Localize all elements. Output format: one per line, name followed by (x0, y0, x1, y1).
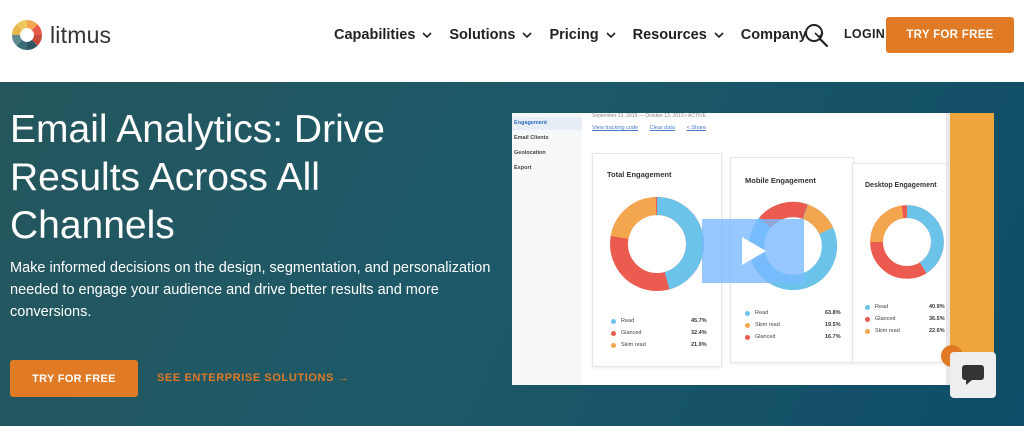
video-sidebar: Engagement Email Clients Geolocation Exp… (512, 113, 582, 385)
chat-widget-button[interactable] (950, 352, 996, 398)
hero-section: Email Analytics: Drive Results Across Al… (0, 82, 1024, 426)
legend-label: Read (755, 310, 769, 316)
legend-label: Glanced (875, 316, 896, 322)
play-icon (742, 237, 766, 265)
card-title: Mobile Engagement (745, 176, 816, 185)
view-tracking-code-link: View tracking code (592, 125, 639, 131)
chevron-down-icon (606, 32, 616, 39)
legend-dot (611, 343, 616, 348)
nav-pricing[interactable]: Pricing (549, 24, 632, 46)
legend-dot (865, 329, 870, 334)
video-orange-strip (950, 113, 994, 385)
hero-description: Make informed decisions on the design, s… (10, 260, 491, 320)
search-icon[interactable] (804, 23, 828, 47)
nav-label: Solutions (449, 27, 516, 43)
clear-data-link: Clear data (649, 125, 675, 131)
legend-row: Glanced 36.5% (865, 316, 947, 328)
legend-value: 45.7% (691, 318, 707, 324)
share-link: < Share (686, 125, 706, 131)
legend-label: Read (621, 318, 635, 324)
legend-value: 63.8% (825, 310, 841, 316)
legend-label: Glanced (755, 334, 776, 340)
legend-label: Read (875, 304, 889, 310)
card-title: Total Engagement (607, 170, 672, 179)
desktop-engagement-donut (870, 205, 944, 279)
total-engagement-donut (610, 196, 704, 291)
chevron-down-icon (522, 32, 533, 39)
legend-row: Read 63.8% (745, 310, 845, 322)
main-nav: Capabilities Solutions Pricing Resources… (334, 24, 841, 46)
legend-label: Skim read (875, 328, 900, 334)
nav-label: Pricing (549, 27, 599, 43)
play-button[interactable] (702, 219, 804, 283)
legend-dot (865, 305, 870, 310)
toolbar-links: View tracking code Clear data < Share (592, 125, 716, 131)
legend-dot (865, 317, 870, 322)
login-link[interactable]: LOGIN (844, 27, 885, 41)
nav-label: Resources (632, 27, 707, 43)
legend-row: Skim read 22.6% (865, 328, 947, 340)
legend-label: Skim read (621, 342, 646, 348)
legend-label: Skim read (755, 322, 780, 328)
legend-row: Read 45.7% (611, 318, 711, 330)
legend-row: Skim read 21.9% (611, 342, 711, 354)
legend-value: 19.5% (825, 322, 841, 328)
legend: Read 45.7% Glanced 32.4% Skim read 21.9% (611, 318, 711, 354)
card-title: Desktop Engagement (865, 182, 937, 189)
nav-label: Capabilities (334, 27, 416, 43)
nav-label: Company (740, 27, 807, 43)
legend-value: 22.6% (929, 328, 945, 334)
chevron-down-icon (714, 32, 724, 39)
site-header: litmus Capabilities Solutions Pricing Re… (0, 0, 1024, 82)
logo-text: litmus (50, 21, 112, 48)
desktop-engagement-card: Desktop Engagement Read 40.9% Glanced 36… (852, 163, 952, 363)
nav-resources[interactable]: Resources (633, 24, 741, 46)
legend-row: Glanced 32.4% (611, 330, 711, 342)
legend-row: Read 40.9% (865, 304, 947, 316)
nav-solutions[interactable]: Solutions (449, 24, 549, 46)
chat-icon (962, 365, 984, 385)
legend-dot (745, 335, 750, 340)
legend-value: 36.5% (929, 316, 945, 322)
try-for-free-header-button[interactable]: TRY FOR FREE (886, 17, 1014, 53)
legend-row: Skim read 19.5% (745, 322, 845, 334)
chevron-down-icon (422, 32, 432, 39)
sidebar-item-export: Export (514, 165, 532, 171)
litmus-logo[interactable]: litmus (10, 18, 111, 52)
sidebar-item-geolocation: Geolocation (514, 150, 546, 156)
legend-label: Glanced (621, 330, 642, 336)
date-range: September 13, 2019 — October 13, 2019 • … (592, 113, 707, 119)
nav-capabilities[interactable]: Capabilities (334, 24, 449, 46)
product-video[interactable]: Engagement Email Clients Geolocation Exp… (512, 113, 994, 385)
enterprise-solutions-link[interactable]: SEE ENTERPRISE SOLUTIONS → (157, 372, 349, 384)
legend-dot (611, 319, 616, 324)
legend-value: 40.9% (929, 304, 945, 310)
legend-dot (745, 311, 750, 316)
legend: Read 40.9% Glanced 36.5% Skim read 22.6% (865, 304, 947, 340)
legend-value: 21.9% (691, 342, 707, 348)
legend-value: 16.7% (825, 334, 841, 340)
sidebar-item-engagement: Engagement (514, 120, 548, 126)
legend: Read 63.8% Skim read 19.5% Glanced 16.7% (745, 310, 845, 346)
logo-mark-icon (12, 20, 42, 50)
legend-row: Glanced 16.7% (745, 334, 845, 346)
try-for-free-hero-button[interactable]: TRY FOR FREE (10, 360, 138, 397)
legend-dot (745, 323, 750, 328)
legend-value: 32.4% (691, 330, 707, 336)
legend-dot (611, 331, 616, 336)
hero-title: Email Analytics: Drive Results Across Al… (10, 108, 385, 247)
sidebar-item-email-clients: Email Clients (514, 135, 549, 141)
